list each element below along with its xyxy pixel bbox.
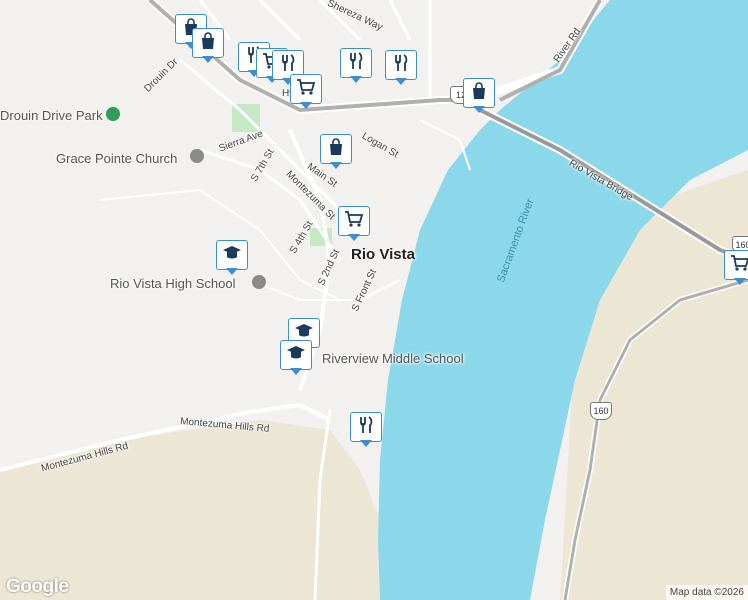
food-marker[interactable] [340,48,372,84]
rio-vista-high-school-label[interactable]: Rio Vista High School [110,276,236,291]
school-marker[interactable] [216,240,248,276]
grocery-cart-icon [344,209,364,234]
restaurant-icon [346,51,366,76]
restaurant-icon [391,53,411,78]
school-icon [222,243,242,268]
farmland-area [0,420,390,600]
grocery-cart-icon [296,77,316,102]
church-pin-icon[interactable] [190,149,204,163]
bag-marker[interactable] [463,78,495,114]
shopping-bag-icon [326,137,346,162]
school-pin-icon[interactable] [252,275,266,289]
shopping-bag-icon [469,81,489,106]
restaurant-icon [356,415,376,440]
map-attribution[interactable]: Map data ©2026 [665,585,748,600]
park-pin-icon[interactable] [106,107,120,121]
route-160-shield-icon: 160 [590,402,612,420]
bag-marker[interactable] [320,134,352,170]
shopping-bag-icon [198,31,218,56]
grocery-cart-icon [730,253,748,278]
bag-marker[interactable] [192,28,224,64]
school-marker[interactable] [280,340,312,376]
food-marker[interactable] [385,50,417,86]
cart-marker[interactable] [338,206,370,242]
grace-pointe-church-label[interactable]: Grace Pointe Church [56,151,177,166]
food-marker[interactable] [350,412,382,448]
riverview-middle-school-label[interactable]: Riverview Middle School [322,351,464,366]
cart-marker[interactable] [724,250,748,286]
rio-vista-town-label: Rio Vista [351,246,415,263]
school-icon [286,343,306,368]
drouin-drive-park-label[interactable]: Drouin Drive Park [0,108,103,123]
cart-marker[interactable] [290,74,322,110]
map-canvas[interactable] [0,0,748,600]
google-logo[interactable]: Google [6,576,69,598]
